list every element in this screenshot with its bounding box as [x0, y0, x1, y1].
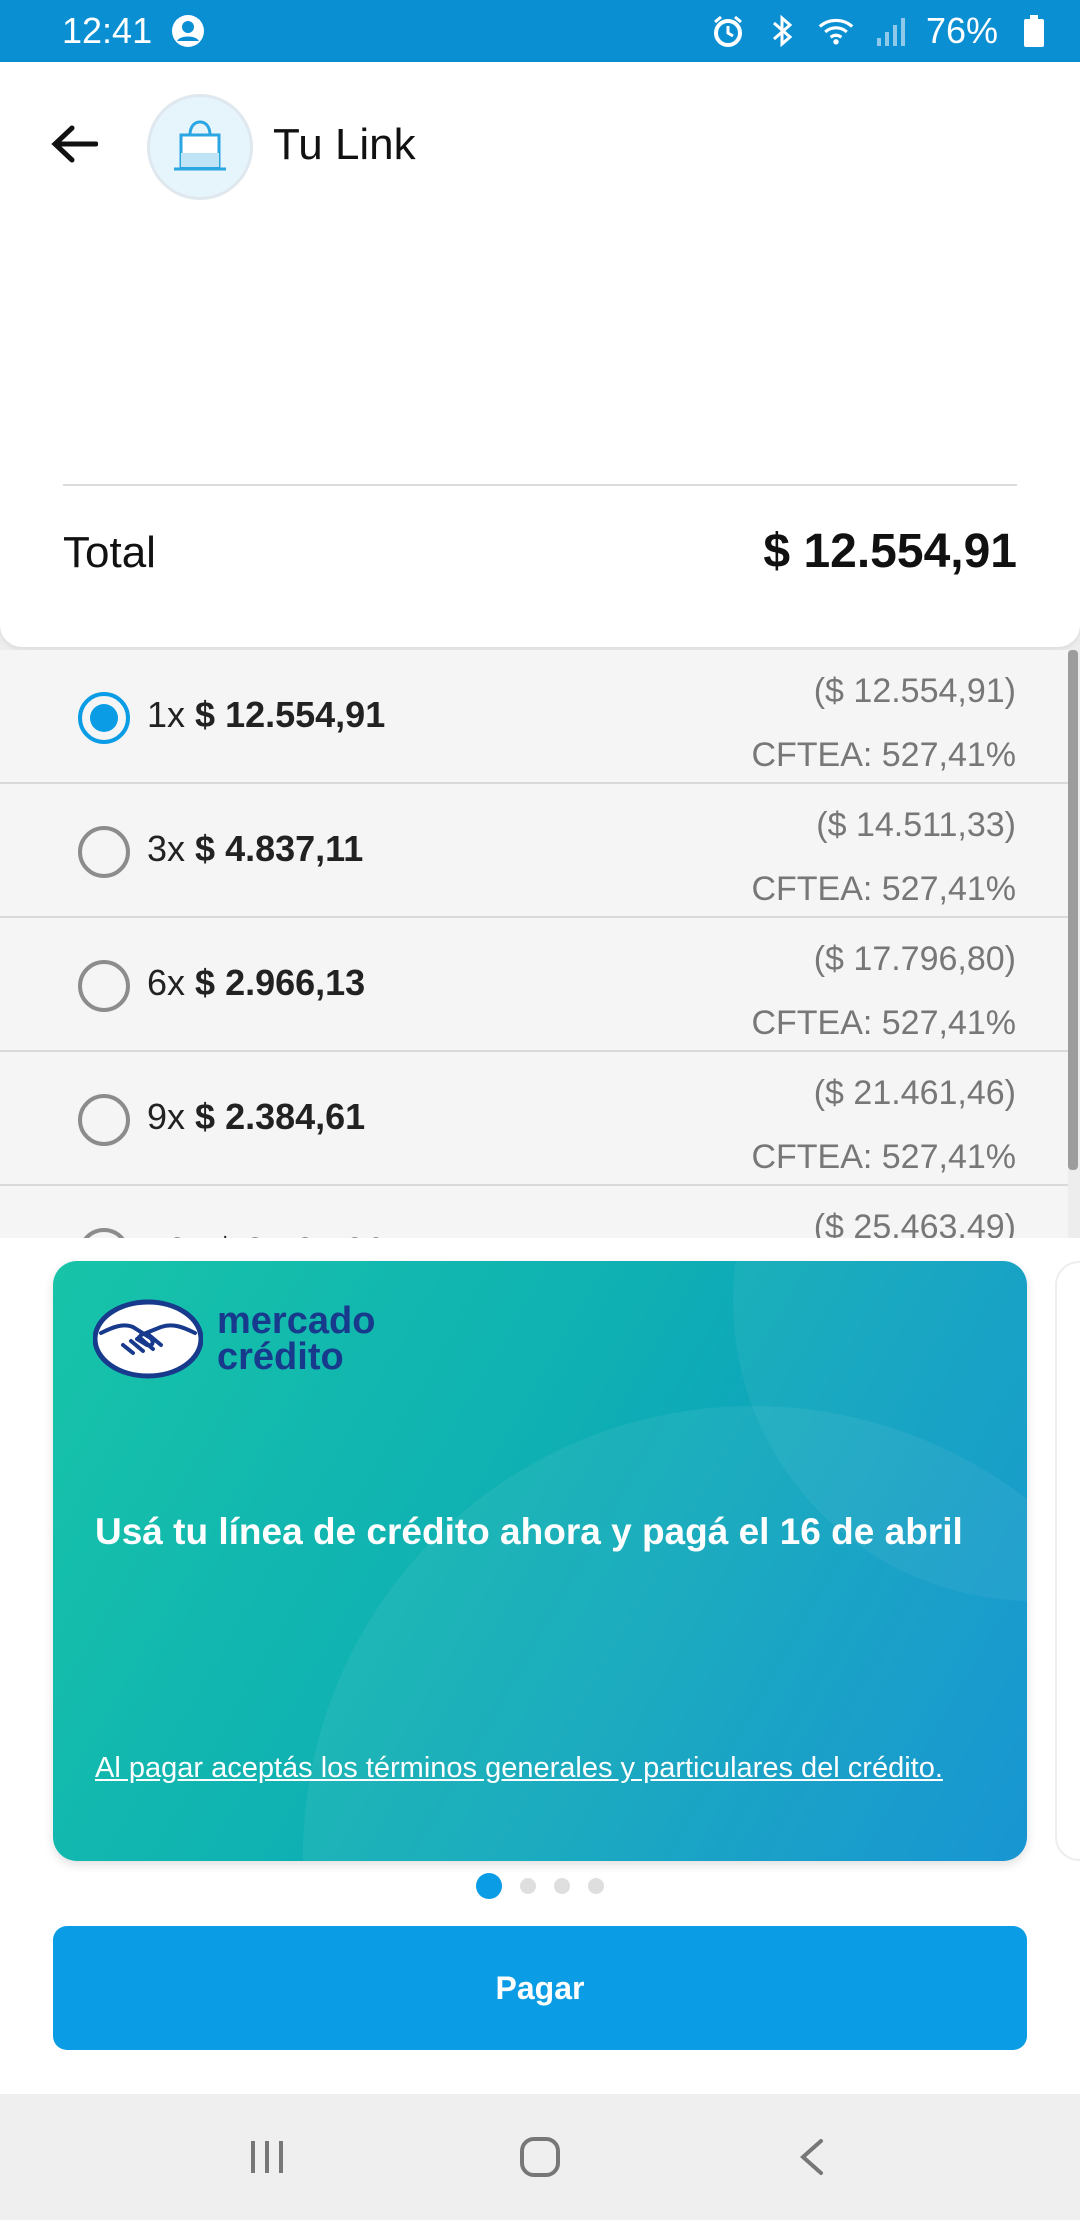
store-avatar	[147, 94, 253, 200]
installment-cftea: CFTEA: 527,41%	[751, 1004, 1016, 1042]
handshake-logo-icon	[93, 1299, 203, 1379]
installment-option[interactable]: 1x $ 12.554,91 ($ 12.554,91) CFTEA: 527,41…	[0, 650, 1068, 784]
store-name: Tu Link	[273, 120, 416, 169]
home-icon	[519, 2137, 560, 2177]
installment-cftea: CFTEA: 527,41%	[751, 1138, 1016, 1176]
carousel-pagination	[0, 1873, 1080, 1899]
system-back-button[interactable]	[773, 2117, 853, 2197]
installment-total: ($ 14.511,33)	[816, 806, 1016, 844]
back-button[interactable]	[44, 114, 104, 174]
chevron-left-icon	[800, 2139, 824, 2175]
order-summary-card: Tu Link Total $ 12.554,91	[0, 62, 1080, 647]
alarm-icon	[710, 13, 746, 49]
installment-total: ($ 17.796,80)	[813, 940, 1016, 978]
installment-option[interactable]: 6x $ 2.966,13 ($ 17.796,80) CFTEA: 527,41%	[0, 918, 1068, 1052]
pagination-dot[interactable]	[520, 1878, 536, 1894]
installment-count: 3x	[147, 828, 186, 869]
pagination-dot[interactable]	[476, 1873, 502, 1899]
recent-apps-icon	[250, 2141, 283, 2173]
installment-label: 3x $ 4.837,11	[147, 828, 363, 870]
pagination-dot[interactable]	[588, 1878, 604, 1894]
pay-button[interactable]: Pagar	[53, 1926, 1027, 2050]
terms-link[interactable]: Al pagar aceptás los términos generales …	[95, 1752, 975, 1784]
installment-label: 1x $ 12.554,91	[147, 694, 385, 736]
installment-amount: $ 2.384,61	[195, 1096, 366, 1137]
installment-cftea: CFTEA: 527,41%	[751, 870, 1016, 908]
installment-count: 9x	[147, 1096, 186, 1137]
shopping-bag-icon	[174, 120, 226, 171]
brand-line-2: crédito	[217, 1336, 344, 1378]
installment-option[interactable]: 3x $ 4.837,11 ($ 14.511,33) CFTEA: 527,41%	[0, 784, 1068, 918]
pagination-dot[interactable]	[554, 1878, 570, 1894]
total-label: Total	[63, 528, 156, 577]
radio-button[interactable]	[78, 1094, 130, 1146]
installment-total: ($ 12.554,91)	[813, 672, 1016, 710]
account-icon	[170, 13, 206, 49]
installments-list: 1x $ 12.554,91 ($ 12.554,91) CFTEA: 527,41…	[0, 650, 1068, 1320]
signal-icon	[872, 13, 908, 49]
payment-bottom-sheet: mercado crédito Usá tu línea de crédito …	[0, 1238, 1080, 2094]
recent-apps-button[interactable]	[227, 2117, 307, 2197]
next-payment-card-peek[interactable]	[1055, 1261, 1080, 1861]
installment-count: 6x	[147, 962, 186, 1003]
arrow-left-icon	[51, 125, 98, 163]
installment-option[interactable]: 9x $ 2.384,61 ($ 21.461,46) CFTEA: 527,41%	[0, 1052, 1068, 1186]
radio-button[interactable]	[78, 692, 130, 744]
installment-amount: $ 2.966,13	[195, 962, 366, 1003]
credit-headline: Usá tu línea de crédito ahora y pagá el …	[95, 1511, 963, 1552]
installment-label: 6x $ 2.966,13	[147, 962, 365, 1004]
battery-percent: 76%	[925, 10, 998, 51]
status-time: 12:41	[62, 10, 153, 51]
installment-amount: $ 4.837,11	[195, 828, 364, 869]
total-value: $ 12.554,91	[763, 525, 1017, 578]
checkout-screen: 12:41 76% Tu Link Total $ 12.554,91 1x $…	[0, 0, 1080, 2220]
battery-icon	[1016, 13, 1052, 49]
installment-total: ($ 21.461,46)	[813, 1074, 1016, 1112]
scrollbar[interactable]	[1068, 650, 1078, 1170]
home-button[interactable]	[500, 2117, 580, 2197]
credit-offer-card[interactable]: mercado crédito Usá tu línea de crédito …	[53, 1261, 1027, 1861]
status-bar: 12:41 76%	[0, 0, 1080, 62]
installment-amount: $ 12.554,91	[195, 694, 386, 735]
mercado-credito-brand: mercado crédito	[217, 1300, 376, 1378]
brand-line-1: mercado	[217, 1300, 376, 1342]
radio-button[interactable]	[78, 960, 130, 1012]
system-nav-bar	[0, 2094, 1080, 2220]
installment-cftea: CFTEA: 527,41%	[751, 736, 1016, 774]
divider	[63, 484, 1017, 486]
installment-label: 9x $ 2.384,61	[147, 1096, 365, 1138]
radio-button[interactable]	[78, 826, 130, 878]
wifi-icon	[818, 13, 854, 49]
bluetooth-icon	[764, 13, 800, 49]
installment-count: 1x	[147, 694, 186, 735]
